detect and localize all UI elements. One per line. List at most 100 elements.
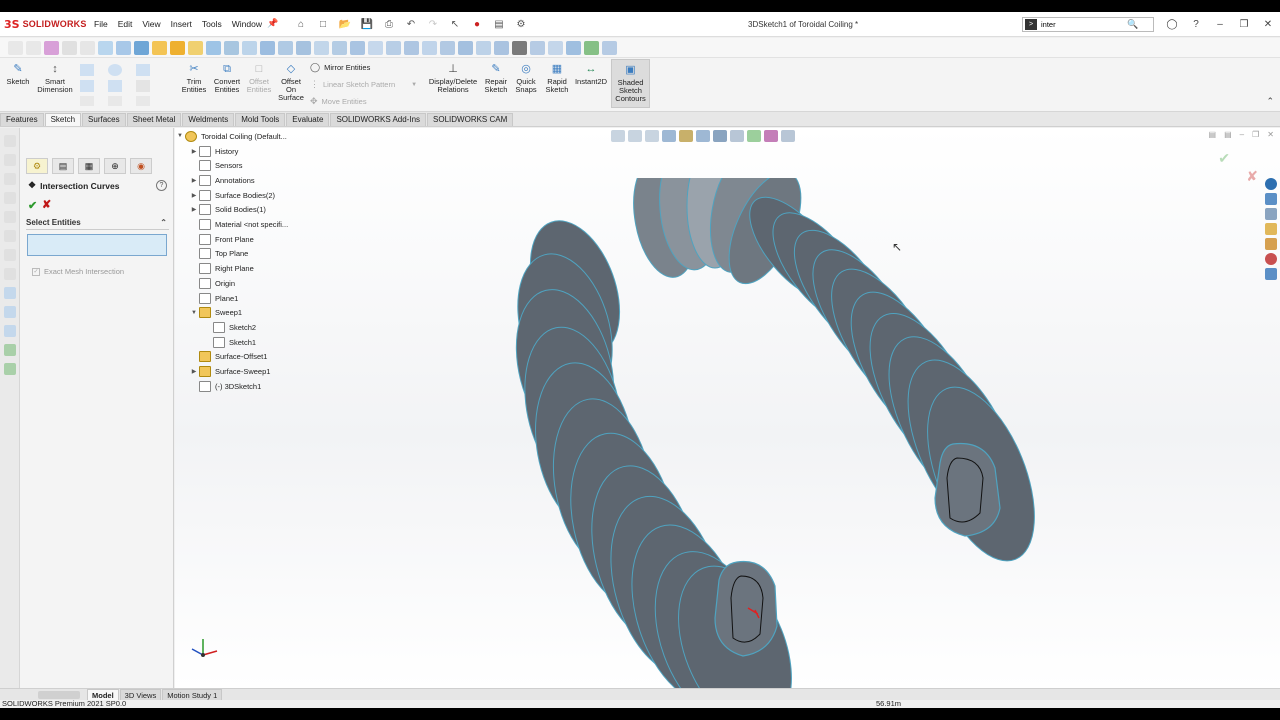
plane-icon[interactable]: [108, 96, 122, 106]
tool-icon[interactable]: [4, 325, 16, 337]
open-folder-icon[interactable]: 📂: [336, 16, 354, 32]
print-icon[interactable]: ⎙: [380, 16, 398, 32]
tool-icon[interactable]: [4, 173, 16, 185]
tool-icon[interactable]: [4, 287, 16, 299]
tool-icon[interactable]: [278, 40, 293, 55]
tool-icon[interactable]: [404, 40, 419, 55]
help-icon[interactable]: ?: [1184, 19, 1208, 30]
tree-item[interactable]: Sensors: [175, 159, 243, 173]
tool-icon[interactable]: [260, 40, 275, 55]
hide-show-items-icon[interactable]: [730, 130, 744, 142]
dimxpert-tab-icon[interactable]: ⊕: [104, 158, 126, 174]
graphics-area[interactable]: ▼ Toroidal Coiling (Default... ▶ History S…: [175, 128, 1280, 688]
search-box[interactable]: > 🔍: [1022, 17, 1154, 32]
instant2d-button[interactable]: ↔ Instant2D: [573, 62, 609, 86]
tool-icon[interactable]: [242, 40, 257, 55]
tool-icon[interactable]: [4, 249, 16, 261]
user-account-icon[interactable]: ◯: [1160, 19, 1184, 30]
menu-view[interactable]: View: [142, 19, 160, 29]
tool-icon[interactable]: [494, 40, 509, 55]
minimize-icon[interactable]: –: [1240, 130, 1244, 139]
menu-window[interactable]: Window: [232, 19, 262, 29]
tree-item[interactable]: ▶ Surface Bodies(2): [175, 188, 275, 202]
entity-selection-box[interactable]: [27, 234, 167, 256]
collapse-ribbon-icon[interactable]: ⌃: [1266, 96, 1274, 107]
expand-arrow-icon[interactable]: ▼: [175, 133, 185, 139]
cube-icon[interactable]: [188, 40, 203, 55]
tab-addins[interactable]: SOLIDWORKS Add-Ins: [330, 113, 427, 126]
tool-icon[interactable]: [566, 40, 581, 55]
offset-on-surface-button[interactable]: ◇ Offset On Surface: [276, 62, 306, 102]
tab-sketch[interactable]: Sketch: [44, 113, 82, 126]
expand-arrow-icon[interactable]: ▶: [189, 368, 199, 375]
tool-icon[interactable]: [4, 306, 16, 318]
gear-part-icon[interactable]: [170, 40, 185, 55]
display-style-icon[interactable]: [713, 130, 727, 142]
configuration-manager-tab-icon[interactable]: ▦: [78, 158, 100, 174]
menu-tools[interactable]: Tools: [202, 19, 222, 29]
line-icon[interactable]: [80, 64, 94, 76]
view-settings-icon[interactable]: [781, 130, 795, 142]
display-manager-tab-icon[interactable]: ◉: [130, 158, 152, 174]
tool-icon[interactable]: [440, 40, 455, 55]
tree-item[interactable]: Surface-Offset1: [175, 350, 267, 364]
tool-icon[interactable]: [584, 40, 599, 55]
menu-edit[interactable]: Edit: [118, 19, 133, 29]
minimize-button[interactable]: –: [1208, 19, 1232, 30]
tool-icon[interactable]: [4, 363, 16, 375]
menu-insert[interactable]: Insert: [171, 19, 192, 29]
section-view-icon[interactable]: [662, 130, 676, 142]
tree-item[interactable]: ▶ Surface-Sweep1: [175, 365, 270, 379]
tool-icon[interactable]: [4, 154, 16, 166]
expand-arrow-icon[interactable]: ▶: [189, 177, 199, 184]
design-library-icon[interactable]: [1265, 208, 1277, 220]
tool-icon[interactable]: [4, 344, 16, 356]
convert-entities-button[interactable]: ⧉ Convert Entities: [210, 62, 244, 94]
tab-cam[interactable]: SOLIDWORKS CAM: [427, 113, 514, 126]
tree-item[interactable]: Sketch2: [189, 320, 256, 334]
close-icon[interactable]: ✕: [1267, 130, 1274, 139]
offset-entities-button[interactable]: □ Offset Entities: [244, 62, 274, 94]
tool-icon[interactable]: [548, 40, 563, 55]
save-icon[interactable]: 💾: [358, 16, 376, 32]
cancel-button[interactable]: ✘: [42, 198, 51, 211]
trim-entities-button[interactable]: ✂ Trim Entities: [178, 62, 210, 94]
new-document-icon[interactable]: □: [314, 16, 332, 32]
feature-manager-tab-icon[interactable]: ⚙: [26, 158, 48, 174]
solidworks-logo[interactable]: 3S SOLIDWORKS: [4, 17, 86, 31]
tree-root[interactable]: ▼ Toroidal Coiling (Default...: [175, 129, 287, 143]
display-delete-relations-button[interactable]: ⊥ Display/Delete Relations: [426, 62, 480, 94]
expanded-arrow-icon[interactable]: ▼: [189, 310, 199, 316]
tree-item[interactable]: Right Plane: [175, 262, 254, 276]
expand-arrow-icon[interactable]: ▶: [189, 206, 199, 213]
view-palette-icon[interactable]: [1265, 238, 1277, 250]
tool-icon[interactable]: [386, 40, 401, 55]
tree-item[interactable]: Plane1: [175, 291, 238, 305]
box-select-icon[interactable]: [134, 40, 149, 55]
repair-sketch-button[interactable]: ✎ Repair Sketch: [481, 62, 511, 94]
tool-icon[interactable]: [530, 40, 545, 55]
tab-mold-tools[interactable]: Mold Tools: [235, 113, 286, 126]
rectangle-icon[interactable]: [80, 80, 94, 92]
tool-icon[interactable]: [4, 135, 16, 147]
redo-icon[interactable]: ↷: [424, 16, 442, 32]
tab-features[interactable]: Features: [0, 113, 44, 126]
tool-icon[interactable]: [476, 40, 491, 55]
shaded-sketch-contours-button[interactable]: ▣ Shaded Sketch Contours: [611, 59, 650, 108]
restore-button[interactable]: ❐: [1232, 19, 1256, 30]
menu-file[interactable]: File: [94, 19, 108, 29]
tree-item[interactable]: Sketch1: [189, 335, 256, 349]
property-manager-tab-icon[interactable]: ▤: [52, 158, 74, 174]
tool-icon[interactable]: [602, 40, 617, 55]
rapid-sketch-button[interactable]: ▦ Rapid Sketch: [542, 62, 572, 94]
sketch-profile-left[interactable]: [714, 560, 778, 657]
close-button[interactable]: ✕: [1256, 19, 1280, 30]
tile-icon[interactable]: ▤: [1224, 130, 1232, 139]
ok-button[interactable]: ✔: [28, 199, 37, 212]
gear-part-icon[interactable]: [152, 40, 167, 55]
toroidal-coil-model[interactable]: [465, 178, 1045, 688]
exact-mesh-checkbox[interactable]: ✓: [32, 267, 40, 276]
apply-scene-icon[interactable]: [764, 130, 778, 142]
appearances-icon[interactable]: [1265, 253, 1277, 265]
point-icon[interactable]: [98, 40, 113, 55]
